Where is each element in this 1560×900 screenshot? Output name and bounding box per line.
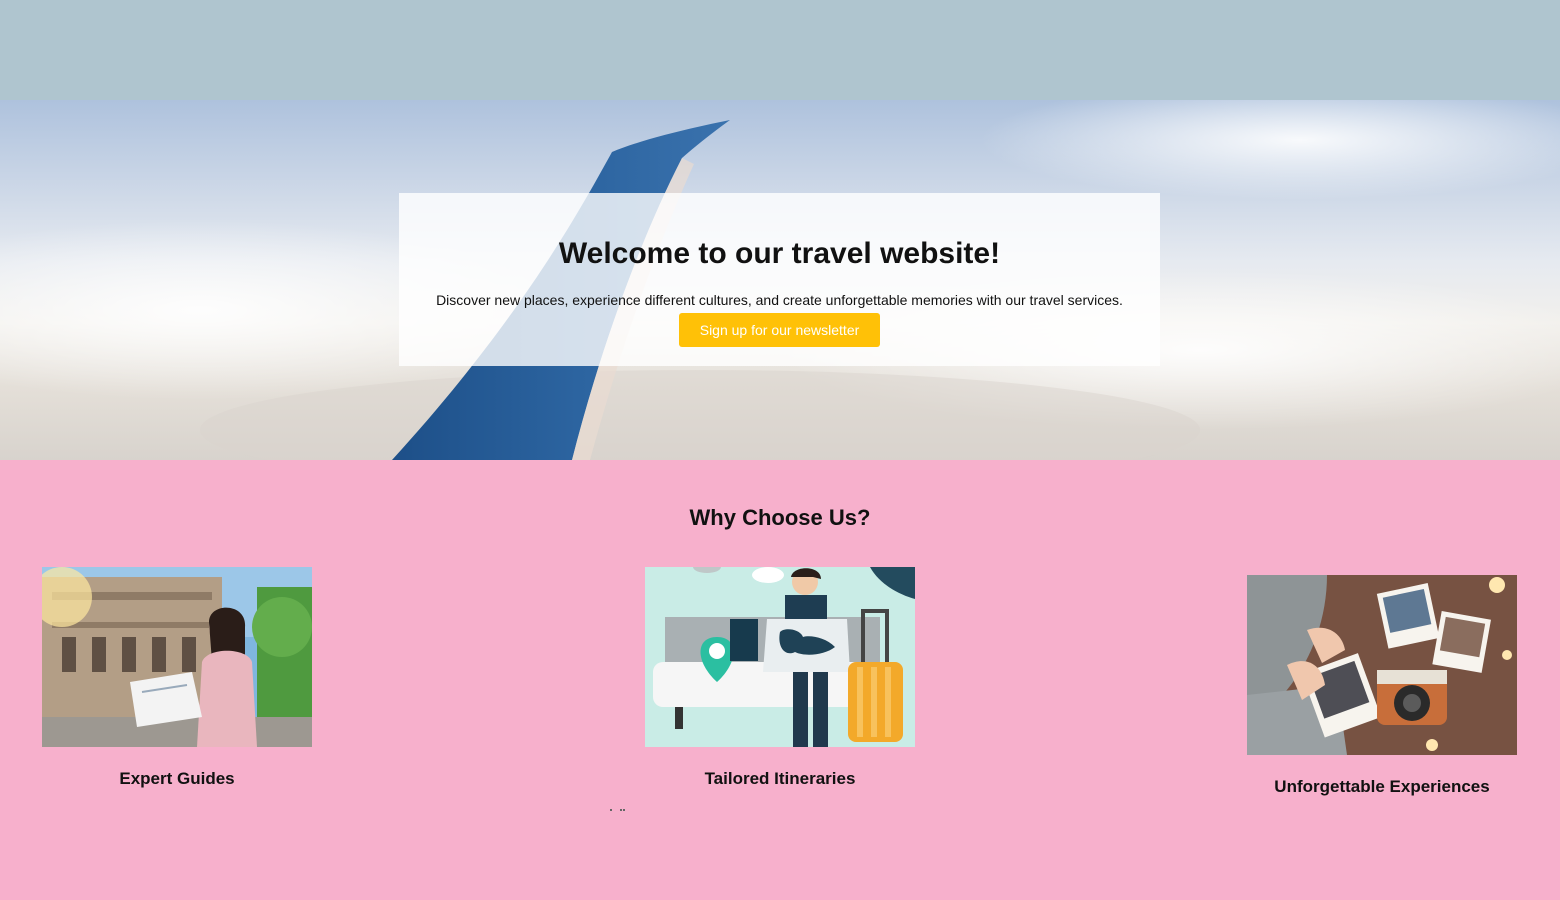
- feature-image-expert-guides: [42, 567, 312, 747]
- features-heading: Why Choose Us?: [689, 505, 871, 530]
- feature-card-unforgettable-experiences: Unforgettable Experiences: [1247, 575, 1517, 797]
- feature-card-expert-guides: Expert Guides: [42, 567, 312, 789]
- features-section: Why Choose Us? Expert Guides Tailored It…: [0, 460, 1560, 900]
- newsletter-signup-button[interactable]: Sign up for our newsletter: [679, 313, 880, 347]
- feature-label-tailored-itineraries: Tailored Itineraries: [704, 769, 856, 788]
- feature-card-tailored-itineraries: Tailored Itineraries: [645, 567, 915, 789]
- hero-subtitle: Discover new places, experience differen…: [436, 292, 1123, 308]
- hero-title: Welcome to our travel website!: [558, 237, 1001, 270]
- feature-image-tailored-itineraries: [645, 567, 915, 747]
- feature-label-expert-guides: Expert Guides: [119, 769, 235, 788]
- feature-image-unforgettable-experiences: [1247, 575, 1517, 755]
- decorative-dots: [610, 809, 625, 811]
- top-bar: [0, 0, 1560, 100]
- hero-section: Welcome to our travel website! Discover …: [0, 100, 1560, 460]
- feature-label-unforgettable-experiences: Unforgettable Experiences: [1274, 777, 1490, 796]
- hero-card: Welcome to our travel website! Discover …: [399, 193, 1160, 366]
